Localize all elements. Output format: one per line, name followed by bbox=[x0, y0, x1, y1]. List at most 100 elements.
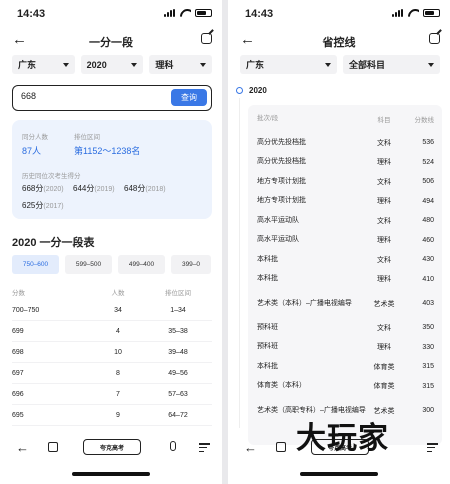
cell-count: 4 bbox=[116, 327, 120, 335]
cell-score-line: 536 bbox=[422, 139, 434, 147]
tab-range-499-400[interactable]: 499–400 bbox=[118, 255, 165, 274]
timeline-line bbox=[239, 98, 240, 428]
province-select[interactable]: 广东 bbox=[12, 55, 75, 74]
cell-batch: 高水平运动队 bbox=[257, 236, 299, 244]
history-score: 625分 bbox=[22, 201, 44, 210]
table-row: 高水平运动队 文科 480 bbox=[248, 211, 442, 231]
tabs-icon[interactable] bbox=[48, 442, 58, 452]
nav-bar: ← 省控线 bbox=[228, 30, 450, 52]
share-icon[interactable] bbox=[201, 33, 212, 44]
table-header: 批次/段 科目 分数线 bbox=[248, 105, 442, 133]
table-row: 696 7 57–63 bbox=[12, 384, 212, 405]
cell-batch: 预科班 bbox=[257, 343, 278, 351]
status-time: 14:43 bbox=[17, 8, 46, 20]
history-year: (2018) bbox=[145, 186, 166, 193]
battery-icon bbox=[423, 9, 440, 17]
cell-score-line: 480 bbox=[422, 217, 434, 225]
cell-score-line: 410 bbox=[422, 275, 434, 283]
filter-row: 广东 全部科目 bbox=[240, 55, 440, 74]
cell-batch: 高分优先投档批 bbox=[257, 138, 306, 146]
cell-score: 696 bbox=[12, 390, 24, 398]
cell-batch: 高水平运动队 bbox=[257, 216, 299, 224]
table-row: 697 8 49–56 bbox=[12, 363, 212, 384]
cell-subject: 理科 bbox=[377, 237, 391, 245]
table-row: 本科批 理科 410 bbox=[248, 270, 442, 290]
timeline-dot-icon bbox=[236, 87, 243, 94]
right-phone-screen: 14:43 ← 省控线 广东 全部科目 2020 批次/段 科目 分数线 高分优… bbox=[228, 0, 450, 484]
cell-score: 695 bbox=[12, 411, 24, 419]
query-button[interactable]: 查询 bbox=[171, 89, 207, 106]
cell-subject: 理科 bbox=[377, 198, 391, 206]
year-marker: 2020 bbox=[236, 86, 267, 95]
table-row: 高水平运动队 理科 460 bbox=[248, 231, 442, 251]
year-select-value: 2020 bbox=[86, 59, 107, 70]
score-range-tabs: 750–600 599–500 499–400 399–0 bbox=[12, 255, 217, 275]
subject-category-value: 全部科目 bbox=[349, 60, 386, 70]
status-bar: 14:43 bbox=[228, 0, 450, 26]
wifi-icon bbox=[180, 9, 191, 17]
bottom-toolbar: ← 夸克高考 bbox=[0, 437, 222, 461]
cell-subject: 理科 bbox=[377, 344, 391, 352]
chevron-down-icon bbox=[131, 62, 138, 67]
table-row: 698 10 39–48 bbox=[12, 342, 212, 363]
tab-range-399-0[interactable]: 399–0 bbox=[171, 255, 211, 274]
menu-icon[interactable] bbox=[199, 443, 210, 455]
battery-icon bbox=[195, 9, 212, 17]
province-select[interactable]: 广东 bbox=[240, 55, 337, 74]
subject-select-value: 理科 bbox=[155, 60, 174, 70]
wifi-icon bbox=[408, 9, 419, 17]
cell-count: 10 bbox=[114, 348, 122, 356]
status-icons bbox=[392, 9, 440, 17]
header-batch: 批次/段 bbox=[257, 115, 279, 122]
cell-score-line: 300 bbox=[422, 407, 434, 414]
page-title: 省控线 bbox=[322, 37, 356, 49]
score-input[interactable] bbox=[21, 91, 161, 101]
share-icon[interactable] bbox=[429, 33, 440, 44]
cell-score-line: 524 bbox=[422, 158, 434, 166]
table-row: 体育类（本科） 体育类 315 bbox=[248, 377, 442, 397]
year-select[interactable]: 2020 bbox=[80, 55, 144, 74]
home-indicator bbox=[300, 472, 378, 476]
header-score: 分数 bbox=[12, 290, 25, 297]
cell-count: 8 bbox=[116, 369, 120, 377]
menu-icon[interactable] bbox=[427, 443, 438, 455]
chevron-down-icon bbox=[428, 62, 434, 67]
cell-rank: 1–34 bbox=[170, 306, 186, 314]
page-title: 一分一段 bbox=[89, 37, 133, 49]
table-row: 高分优先投档批 文科 536 bbox=[248, 133, 442, 153]
cell-rank: 57–63 bbox=[168, 390, 188, 398]
history-item: 625分(2017) bbox=[22, 200, 64, 211]
table-row: 699 4 35–38 bbox=[12, 321, 212, 342]
back-arrow-icon[interactable]: ← bbox=[16, 440, 29, 455]
cell-score-line: 494 bbox=[422, 197, 434, 205]
subject-category-select[interactable]: 全部科目 bbox=[343, 55, 440, 74]
cell-batch: 高分优先投档批 bbox=[257, 158, 306, 166]
chevron-down-icon bbox=[62, 62, 69, 67]
cell-count: 9 bbox=[116, 411, 120, 419]
cell-rank: 64–72 bbox=[168, 411, 188, 419]
table-row: 预科班 文科 350 bbox=[248, 318, 442, 338]
history-item: 668分(2020) bbox=[22, 183, 64, 194]
back-arrow-icon[interactable]: ← bbox=[244, 440, 257, 455]
subject-select[interactable]: 理科 bbox=[149, 55, 213, 74]
quark-gaokao-button[interactable]: 夸克高考 bbox=[83, 439, 141, 455]
home-indicator bbox=[72, 472, 150, 476]
filter-row: 广东 2020 理科 bbox=[12, 55, 213, 74]
table-row: 预科班 理科 330 bbox=[248, 338, 442, 358]
cell-batch: 体育类（本科） bbox=[257, 382, 306, 390]
tab-range-599-500[interactable]: 599–500 bbox=[65, 255, 112, 274]
table-row: 700–750 34 1–34 bbox=[12, 300, 212, 321]
history-year: (2019) bbox=[94, 186, 115, 193]
microphone-icon[interactable] bbox=[170, 441, 176, 451]
cell-subject: 文科 bbox=[377, 178, 391, 186]
tab-range-750-600[interactable]: 750–600 bbox=[12, 255, 59, 274]
tabs-icon[interactable] bbox=[276, 442, 286, 452]
history-score: 648分 bbox=[124, 184, 146, 193]
history-score: 644分 bbox=[73, 184, 95, 193]
table-header: 分数 人数 排位区间 bbox=[12, 287, 212, 300]
cell-score-line: 350 bbox=[422, 324, 434, 332]
cell-subject: 体育类 bbox=[373, 363, 395, 371]
cell-subject: 文科 bbox=[377, 139, 391, 147]
cell-batch: 本科批 bbox=[257, 255, 278, 263]
table-row: 艺术类（本科）–广播电视编导 艺术类 403 bbox=[248, 289, 442, 318]
